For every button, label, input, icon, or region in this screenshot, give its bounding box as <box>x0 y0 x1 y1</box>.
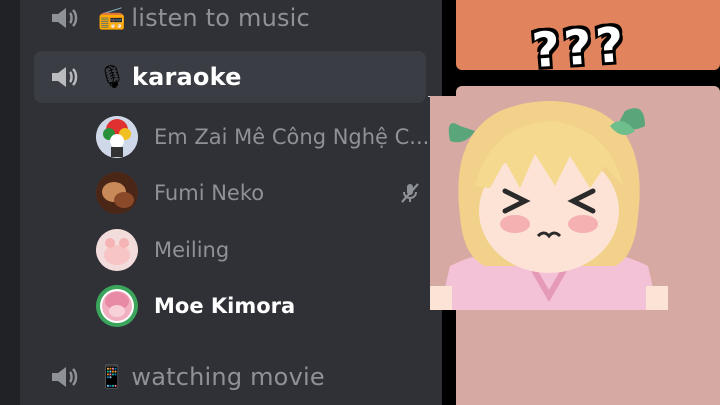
microphone-icon: 🎙 <box>98 64 126 90</box>
voice-member-speaking[interactable]: Moe Kimora <box>96 281 426 331</box>
member-name: Meiling <box>154 238 230 262</box>
member-name: Moe Kimora <box>154 294 296 318</box>
avatar <box>96 229 138 271</box>
mobile-phone-icon: 📱 <box>98 364 126 390</box>
avatar <box>96 172 138 214</box>
channel-name: watching movie <box>131 363 325 391</box>
voice-member[interactable]: Meiling <box>96 225 426 275</box>
avatar-speaking <box>96 285 138 327</box>
radio-icon: 📻 <box>98 5 126 31</box>
voice-channel-listen-to-music[interactable]: 📻 listen to music <box>34 0 426 44</box>
question-marks-text: ??? <box>530 16 630 80</box>
member-name: Em Zai Mê Công Nghệ C... <box>154 125 430 149</box>
voice-member[interactable]: Fumi Neko <box>96 168 426 218</box>
voice-member[interactable]: Em Zai Mê Công Nghệ C... <box>96 112 430 162</box>
channel-name: listen to music <box>131 4 310 32</box>
speaker-icon <box>42 64 86 90</box>
channel-name: karaoke <box>131 63 242 91</box>
anime-girl-sticker <box>430 96 668 310</box>
speaker-icon <box>42 5 86 31</box>
speaker-icon <box>42 364 86 390</box>
channel-sidebar: 📻 listen to music 🎙 karaoke Em Zai Mê Cô… <box>20 0 442 405</box>
member-name: Fumi Neko <box>154 181 265 205</box>
voice-channel-karaoke[interactable]: 🎙 karaoke <box>34 51 426 103</box>
voice-channel-watching-movie[interactable]: 📱 watching movie <box>34 351 426 403</box>
server-list-edge <box>0 0 20 405</box>
avatar <box>96 116 138 158</box>
muted-microphone-icon <box>401 183 419 203</box>
